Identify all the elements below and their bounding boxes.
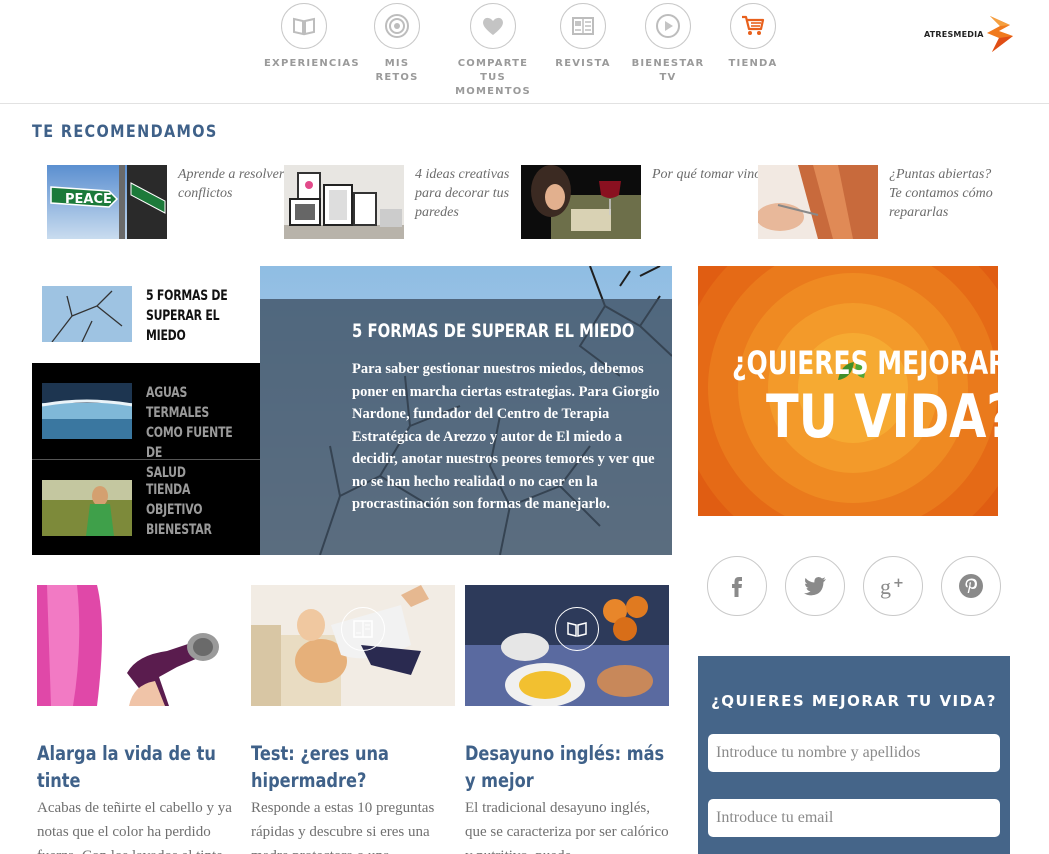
- article-card: Test: ¿eres una hipermadre? Responde a e…: [251, 585, 455, 854]
- article-card: Alarga la vida de tu tinte Acabas de teñ…: [37, 585, 241, 854]
- email-input[interactable]: [708, 799, 1000, 837]
- recommended-item[interactable]: PEACE Aprende a resolver conflictos: [47, 165, 290, 239]
- play-icon: [645, 3, 691, 49]
- book-icon: [281, 3, 327, 49]
- article-excerpt: Acabas de teñirte el cabello y ya notas …: [37, 800, 232, 854]
- branches-sky-thumb: [42, 286, 132, 342]
- twitter-button[interactable]: [785, 556, 845, 616]
- nav-revista[interactable]: REVISTA: [553, 3, 613, 71]
- pinterest-icon: [959, 574, 983, 598]
- section-title-recommended: TE RECOMENDAMOS: [32, 122, 218, 142]
- book-icon: [555, 607, 599, 651]
- featured-list: 5 FORMAS DE SUPERAR EL MIEDO AGUAS TERMA…: [32, 266, 260, 555]
- featured-item-aguas-termales[interactable]: AGUAS TERMALES COMO FUENTE DE SALUD: [32, 383, 260, 481]
- googleplus-button[interactable]: g +: [863, 556, 923, 616]
- article-card: Desayuno inglés: más y mejor El tradicio…: [465, 585, 669, 854]
- article-excerpt: Responde a estas 10 preguntas rápidas y …: [251, 800, 435, 854]
- atresmedia-mark-icon: [986, 16, 1013, 52]
- article-icon: [341, 607, 385, 651]
- nav-experiencias[interactable]: EXPERIENCIAS: [264, 3, 359, 71]
- breakfast-image[interactable]: [465, 585, 669, 706]
- recommended-item-title: ¿Puntas abiertas? Te contamos cómo repar…: [889, 167, 993, 220]
- hair-ends-image: [758, 165, 878, 239]
- recommended-item[interactable]: Por qué tomar vino: [521, 165, 764, 239]
- peace-sign-image: PEACE: [47, 165, 167, 239]
- article-title[interactable]: Test: ¿eres una hipermadre?: [251, 740, 454, 794]
- ad-banner[interactable]: ¿QUIERES MEJORAR TU VIDA?: [698, 266, 998, 516]
- featured-title[interactable]: 5 FORMAS DE SUPERAR EL MIEDO: [352, 320, 634, 342]
- heart-icon: [470, 3, 516, 49]
- svg-text:g: g: [880, 574, 891, 599]
- article-title[interactable]: Desayuno inglés: más y mejor: [465, 740, 668, 794]
- recommended-item-title: Aprende a resolver conflictos: [178, 167, 285, 201]
- nav-tienda[interactable]: TIENDA: [728, 3, 778, 71]
- recommended-item-title: 4 ideas creativas para decorar tus pared…: [415, 167, 510, 220]
- newsletter-box: ¿QUIERES MEJORAR TU VIDA?: [698, 656, 1010, 854]
- svg-text:PEACE: PEACE: [65, 192, 112, 207]
- target-icon: [374, 3, 420, 49]
- featured-main[interactable]: 5 FORMAS DE SUPERAR EL MIEDO Para saber …: [260, 266, 672, 555]
- facebook-icon: [732, 577, 742, 597]
- frames-wall-image: [284, 165, 404, 239]
- nav-bienestar-tv[interactable]: BIENESTAR TV: [628, 3, 708, 85]
- woman-field-thumb: [42, 480, 132, 536]
- name-input[interactable]: [708, 734, 1000, 772]
- featured-divider: [32, 459, 260, 460]
- featured-description: Para saber gestionar nuestros miedos, de…: [352, 361, 660, 512]
- nav-comparte-tus-momentos[interactable]: COMPARTE TUS MOMENTOS: [448, 3, 538, 99]
- recommended-item-title: Por qué tomar vino: [652, 167, 762, 182]
- recommended-item[interactable]: ¿Puntas abiertas? Te contamos cómo repar…: [758, 165, 1001, 239]
- nav-mis-retos[interactable]: MIS RETOS: [362, 3, 432, 85]
- twitter-icon: [804, 577, 826, 596]
- top-navigation: EXPERIENCIAS MIS RETOS COMPARTE TUS MOME…: [0, 0, 1049, 104]
- thermal-water-thumb: [42, 383, 132, 439]
- featured-item-tienda-bienestar[interactable]: TIENDA OBJETIVO BIENESTAR: [32, 480, 260, 540]
- pink-hair-image[interactable]: [37, 585, 241, 706]
- newsletter-title: ¿QUIERES MEJORAR TU VIDA?: [711, 692, 997, 710]
- cart-icon: [730, 3, 776, 49]
- recommended-item[interactable]: 4 ideas creativas para decorar tus pared…: [284, 165, 527, 239]
- article-title[interactable]: Alarga la vida de tu tinte: [37, 740, 240, 794]
- svg-text:+: +: [893, 576, 904, 591]
- featured-item-miedo[interactable]: 5 FORMAS DE SUPERAR EL MIEDO: [32, 266, 260, 363]
- facebook-button[interactable]: [707, 556, 767, 616]
- mother-child-image[interactable]: [251, 585, 455, 706]
- article-excerpt: El tradicional desayuno inglés, que se c…: [465, 800, 669, 854]
- wine-image: [521, 165, 641, 239]
- atresmedia-logo[interactable]: ATRESMEDIA: [924, 16, 1016, 52]
- pinterest-button[interactable]: [941, 556, 1001, 616]
- magazine-icon: [560, 3, 606, 49]
- googleplus-icon: g +: [880, 574, 904, 599]
